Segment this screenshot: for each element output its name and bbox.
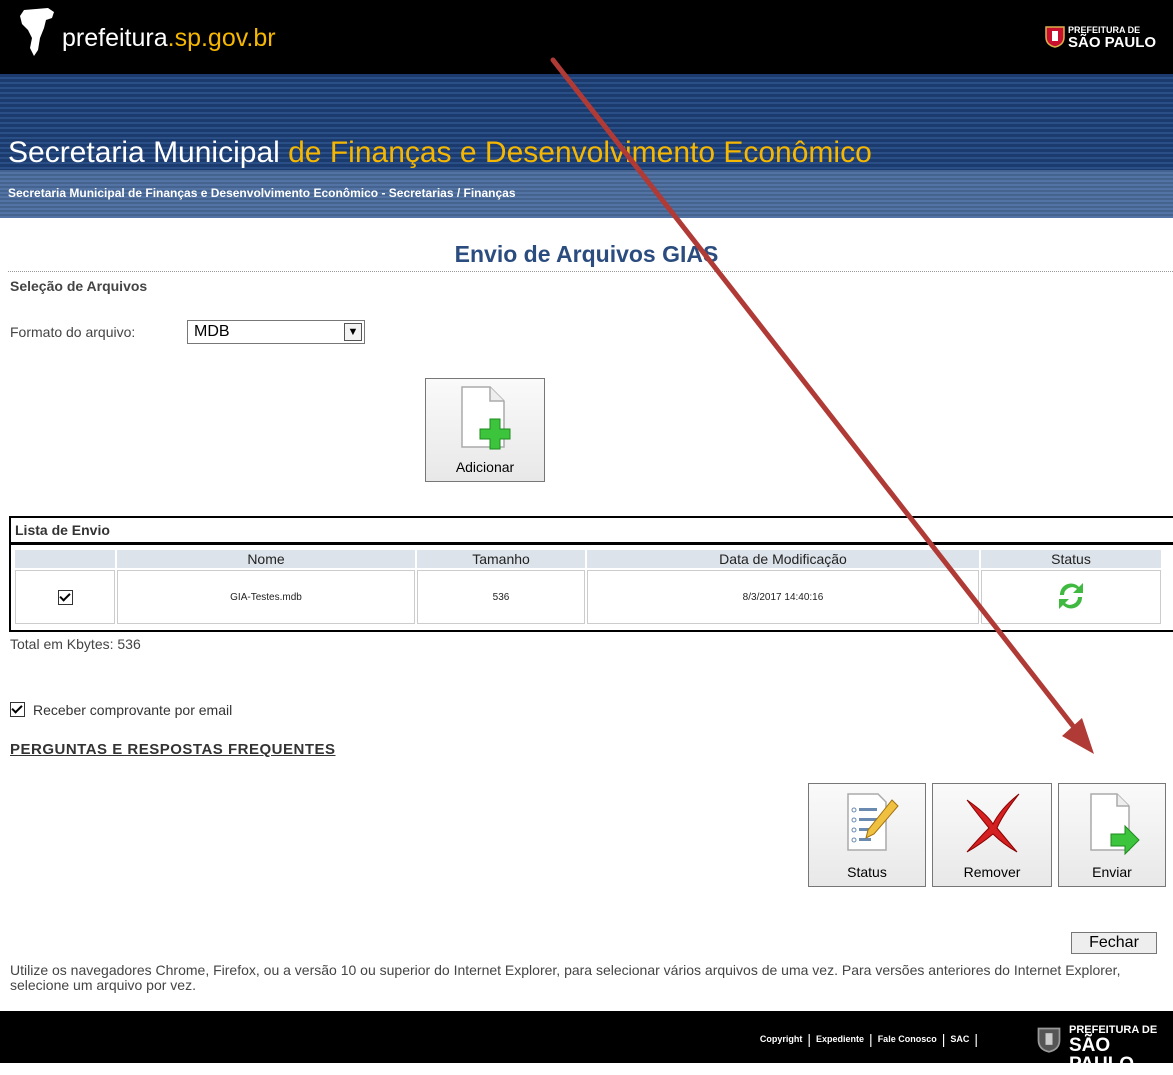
- column-header-modified[interactable]: Data de Modificação: [587, 550, 979, 568]
- file-size-cell: 536: [417, 570, 585, 624]
- file-format-value: MDB: [194, 323, 230, 340]
- send-button[interactable]: Enviar: [1058, 783, 1166, 887]
- footer-link-contact[interactable]: Fale Conosco: [878, 1034, 937, 1044]
- close-button[interactable]: Fechar: [1071, 932, 1157, 954]
- remove-button[interactable]: Remover: [932, 783, 1052, 887]
- add-file-button-label: Adicionar: [455, 459, 515, 475]
- breadcrumb[interactable]: Secretaria Municipal de Finanças e Desen…: [8, 186, 516, 200]
- table-row: GIA-Testes.mdb 536 8/3/2017 14:40:16: [15, 570, 1161, 624]
- footer-separator: |: [807, 1031, 812, 1047]
- browser-note: Utilize os navegadores Chrome, Firefox, …: [10, 962, 1121, 993]
- file-format-select[interactable]: MDB ▼: [187, 320, 365, 344]
- email-receipt-label: Receber comprovante por email: [33, 702, 233, 718]
- add-document-icon: [461, 386, 511, 450]
- send-list-title: Lista de Envio: [15, 522, 110, 538]
- faq-link[interactable]: PERGUNTAS E RESPOSTAS FREQUENTES: [10, 741, 336, 758]
- column-header-select: [15, 550, 115, 568]
- file-format-label: Formato do arquivo:: [10, 324, 136, 340]
- total-kbytes: Total em Kbytes: 536: [10, 636, 141, 652]
- top-bar: prefeitura.sp.gov.br PREFEITURA DE SÃO P…: [0, 0, 1173, 74]
- footer-links: Copyright | Expediente | Fale Conosco | SAC |: [760, 1031, 983, 1047]
- row-checkbox[interactable]: [57, 589, 73, 605]
- file-name-cell: GIA-Testes.mdb: [117, 570, 415, 624]
- send-list-divider: [11, 542, 1173, 545]
- send-list-panel: Lista de Envio Nome Tamanho Data de Modi…: [9, 516, 1173, 632]
- sp-map-logo-icon[interactable]: [18, 8, 58, 58]
- status-button[interactable]: Status: [808, 783, 926, 887]
- breadcrumb-bar: Secretaria Municipal de Finanças e Desen…: [0, 170, 1173, 218]
- send-button-label: Enviar: [1092, 864, 1132, 880]
- column-header-size[interactable]: Tamanho: [417, 550, 585, 568]
- email-receipt-option[interactable]: Receber comprovante por email: [10, 702, 232, 718]
- footer-prefeitura-logo[interactable]: PREFEITURA DE SÃO PAULO: [1069, 1025, 1173, 1075]
- department-title-part2: de Finanças e Desenvolvimento Econômico: [288, 136, 872, 169]
- divider: [8, 271, 1173, 272]
- department-title: Secretaria Municipal de Finanças e Desen…: [8, 136, 872, 170]
- footer: Copyright | Expediente | Fale Conosco | SAC | P…: [0, 1011, 1173, 1074]
- footer-separator: |: [869, 1031, 873, 1047]
- footer-link-sac[interactable]: SAC: [950, 1034, 969, 1044]
- checklist-edit-icon: [847, 793, 899, 851]
- remove-button-label: Remover: [963, 864, 1021, 880]
- prefeitura-logo-line2: SÃO PAULO: [1068, 34, 1157, 51]
- status-button-label: Status: [847, 864, 887, 880]
- refresh-icon: [1059, 582, 1083, 609]
- footer-link-copyright[interactable]: Copyright: [760, 1034, 803, 1044]
- footer-logo-line2: SÃO PAULO: [1069, 1035, 1135, 1075]
- send-document-icon: [1090, 793, 1140, 856]
- file-modified-cell: 8/3/2017 14:40:16: [587, 570, 979, 624]
- files-table: Nome Tamanho Data de Modificação Status …: [13, 548, 1163, 626]
- site-name-link[interactable]: prefeitura.sp.gov.br: [62, 24, 276, 53]
- file-status-cell: [981, 570, 1161, 624]
- page-title: Envio de Arquivos GIAS: [454, 241, 719, 267]
- row-select-cell: [15, 570, 115, 624]
- city-crest-icon: [1037, 1027, 1061, 1053]
- prefeitura-logo[interactable]: PREFEITURA DE SÃO PAULO: [1068, 26, 1157, 51]
- footer-separator: |: [941, 1031, 946, 1047]
- file-selection-heading: Seleção de Arquivos: [10, 278, 148, 294]
- table-header-row: Nome Tamanho Data de Modificação Status: [15, 550, 1161, 568]
- column-header-name[interactable]: Nome: [117, 550, 415, 568]
- column-header-status[interactable]: Status: [981, 550, 1161, 568]
- add-file-button[interactable]: Adicionar: [425, 378, 545, 482]
- site-name-prefix: prefeitura: [62, 24, 168, 52]
- email-receipt-checkbox[interactable]: [10, 702, 25, 717]
- red-x-icon: [966, 793, 1020, 853]
- city-crest-icon: [1045, 26, 1065, 48]
- department-banner: Secretaria Municipal de Finanças e Desen…: [0, 74, 1173, 170]
- department-title-part1: Secretaria Municipal: [8, 136, 289, 169]
- chevron-down-icon[interactable]: ▼: [344, 323, 362, 341]
- site-name-suffix: .sp.gov.br: [167, 24, 276, 52]
- footer-link-expediente[interactable]: Expediente: [816, 1034, 864, 1044]
- footer-separator: |: [974, 1031, 978, 1047]
